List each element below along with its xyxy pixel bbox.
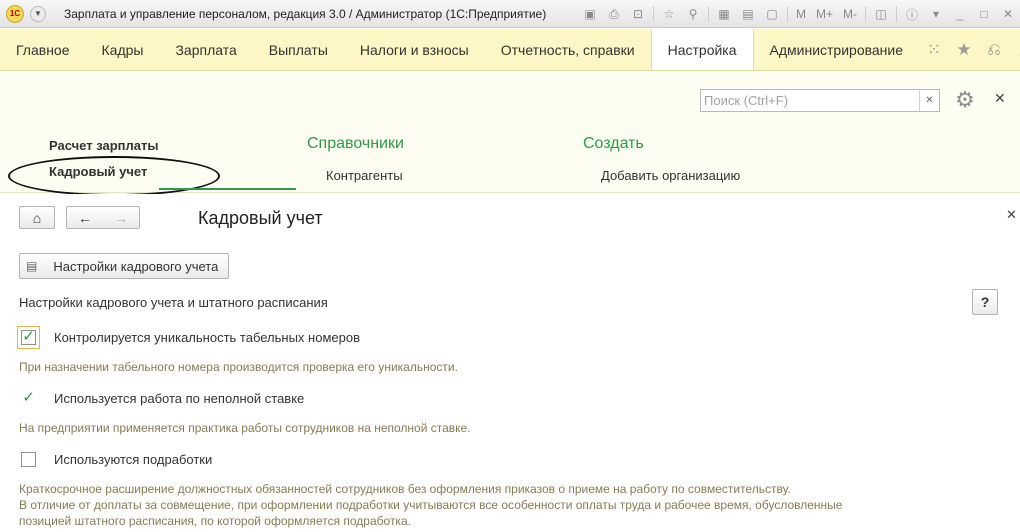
clipboard-icon[interactable]: ▢ xyxy=(762,4,782,24)
preview-icon[interactable]: ⊡ xyxy=(628,4,648,24)
info-icon[interactable]: ⓘ xyxy=(902,4,922,24)
printer-icon: ▤ xyxy=(26,259,38,273)
close-form-icon[interactable]: ✕ xyxy=(1006,207,1017,223)
history-icon[interactable]: ⎌ xyxy=(979,35,1009,65)
calculator-icon[interactable]: ▦ xyxy=(714,4,734,24)
checkmark-icon: ✓ xyxy=(22,389,35,406)
title-toolbar: ▣ ⎙ ⊡ ☆ ⚲ ▦ ▤ ▢ M M+ M- ◫ ⓘ ▾ _ □ ✕ xyxy=(578,3,1020,25)
highlight-ellipse xyxy=(8,156,220,196)
active-link-underline xyxy=(159,188,296,190)
link-payroll-calculation[interactable]: Расчет зарплаты xyxy=(49,138,158,153)
all-functions-icon[interactable]: ⁙ xyxy=(919,35,949,65)
section-settings[interactable]: Настройка xyxy=(650,29,754,70)
main-menu-dropdown-icon[interactable]: ▼ xyxy=(30,5,46,22)
section-payments[interactable]: Выплаты xyxy=(253,29,344,70)
toolbar-separator xyxy=(652,6,654,22)
forward-arrow-icon[interactable]: → xyxy=(114,210,128,226)
minimize-icon[interactable]: _ xyxy=(950,4,970,24)
search-input[interactable] xyxy=(701,90,919,111)
form-content: ⌂ ← → Кадровый учет ✕ ▤ Настройки кадров… xyxy=(0,194,1020,532)
home-icon: ⌂ xyxy=(32,209,42,226)
side-jobs-checkbox[interactable] xyxy=(21,452,36,467)
link-counterparties[interactable]: Контрагенты xyxy=(326,168,403,183)
form-title: Кадровый учет xyxy=(198,208,323,228)
print-icon[interactable]: ⎙ xyxy=(604,4,624,24)
unique-numbers-label[interactable]: Контролируется уникальность табельных но… xyxy=(54,330,360,345)
memory-button[interactable]: M xyxy=(793,4,809,24)
settings-section-label: Настройки кадрового учета и штатного рас… xyxy=(19,295,328,310)
personnel-settings-label: Настройки кадрового учета xyxy=(53,258,219,274)
window-title-bar: 1С ▼ Зарплата и управление персоналом, р… xyxy=(0,0,1020,28)
menu-icons: ⁙ ★ ⎌ ⌕ xyxy=(919,29,1020,70)
toolbar-separator xyxy=(896,6,897,22)
part-time-checkbox[interactable]: ✓ xyxy=(21,389,36,406)
search-icon[interactable]: ⌕ xyxy=(1009,35,1020,65)
search-box: ✕ xyxy=(700,89,940,112)
sections-menu: Главное Кадры Зарплата Выплаты Налоги и … xyxy=(0,29,1020,71)
link-icon[interactable]: ⚲ xyxy=(683,4,703,24)
close-window-icon[interactable]: ✕ xyxy=(998,4,1018,24)
window-title: Зарплата и управление персоналом, редакц… xyxy=(64,6,547,21)
app-logo-icon[interactable]: 1С xyxy=(6,4,24,23)
maximize-icon[interactable]: □ xyxy=(974,4,994,24)
memory-minus-button[interactable]: M- xyxy=(840,4,860,24)
more-icon[interactable]: ▾ xyxy=(926,4,946,24)
save-icon[interactable]: ▣ xyxy=(580,4,600,24)
section-taxes[interactable]: Налоги и взносы xyxy=(344,29,485,70)
favorites-star-icon[interactable]: ★ xyxy=(949,35,979,65)
toolbar-separator xyxy=(707,6,709,22)
panel-layout-icon[interactable]: ◫ xyxy=(871,4,891,24)
checkmark-icon: ✓ xyxy=(22,328,35,345)
section-salary[interactable]: Зарплата xyxy=(159,29,252,70)
unique-numbers-checkbox[interactable]: ✓ xyxy=(17,326,40,349)
close-panel-icon[interactable]: ✕ xyxy=(994,90,1006,107)
section-reports[interactable]: Отчетность, справки xyxy=(485,29,651,70)
help-button[interactable]: ? xyxy=(972,289,998,315)
back-arrow-icon[interactable]: ← xyxy=(78,210,92,226)
calendar-icon[interactable]: ▤ xyxy=(738,4,758,24)
navigation-buttons: ← → xyxy=(66,206,140,229)
section-administration[interactable]: Администрирование xyxy=(754,29,920,70)
side-jobs-hint-line: В отличие от доплаты за совмещение, при … xyxy=(19,498,843,512)
memory-plus-button[interactable]: M+ xyxy=(813,4,836,24)
personnel-settings-button[interactable]: ▤ Настройки кадрового учета xyxy=(19,253,229,279)
section-main[interactable]: Главное xyxy=(0,29,86,70)
part-time-label[interactable]: Используется работа по неполной ставке xyxy=(54,391,304,406)
toolbar-separator xyxy=(786,6,788,22)
side-jobs-hint-line: позицией штатного расписания, по которой… xyxy=(19,514,411,528)
unique-numbers-hint: При назначении табельного номера произво… xyxy=(19,360,458,374)
part-time-hint: На предприятии применяется практика рабо… xyxy=(19,421,471,435)
section-personnel[interactable]: Кадры xyxy=(86,29,160,70)
link-add-organization[interactable]: Добавить организацию xyxy=(601,168,740,183)
create-heading: Создать xyxy=(583,135,644,152)
favorites-icon[interactable]: ☆ xyxy=(659,4,679,24)
search-clear-icon[interactable]: ✕ xyxy=(919,90,939,111)
section-panel: ✕ ⚙ ✕ Расчет зарплаты Кадровый учет Спра… xyxy=(0,72,1020,196)
home-button[interactable]: ⌂ xyxy=(19,206,55,229)
side-jobs-label[interactable]: Используются подработки xyxy=(54,452,212,467)
gear-icon[interactable]: ⚙ xyxy=(950,86,980,114)
side-jobs-hint-line: Краткосрочное расширение должностных обя… xyxy=(19,482,791,496)
directories-heading: Справочники xyxy=(307,135,404,152)
toolbar-separator xyxy=(865,6,866,22)
